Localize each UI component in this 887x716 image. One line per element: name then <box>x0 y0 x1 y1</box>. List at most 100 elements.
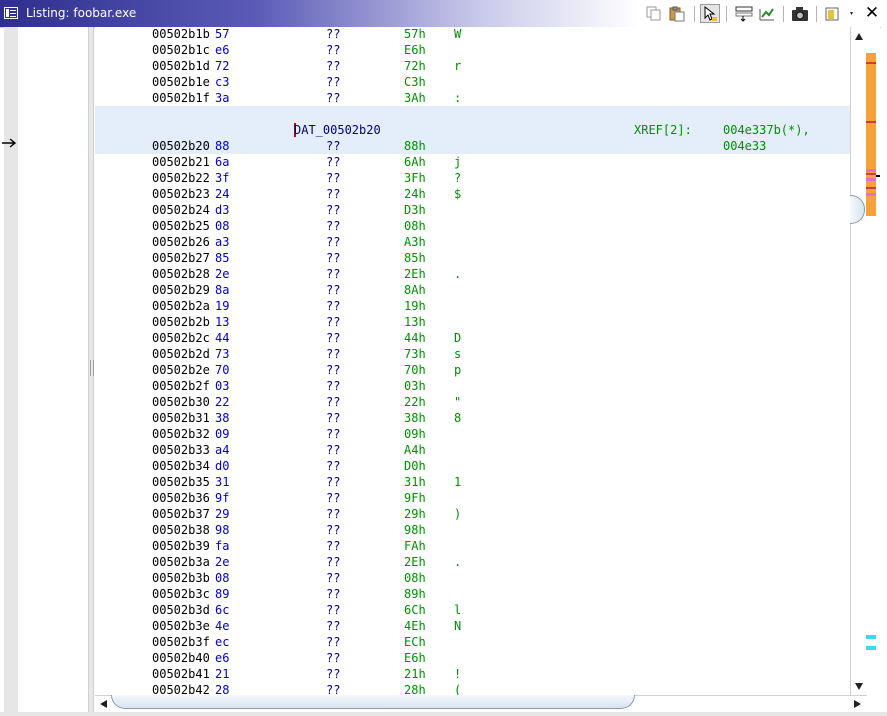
address[interactable]: 00502b2a <box>152 298 210 314</box>
address[interactable]: 00502b2f <box>152 378 210 394</box>
address[interactable]: 00502b2d <box>152 346 210 362</box>
vertical-scroll-thumb[interactable] <box>850 195 865 224</box>
close-button[interactable]: ✕ <box>862 4 882 23</box>
scroll-left-arrow-icon[interactable] <box>100 700 107 708</box>
code-unit-row[interactable]: 00502b37 29?? 29h) <box>95 506 850 522</box>
address[interactable]: 00502b1c <box>152 42 210 58</box>
snapshot-button[interactable] <box>790 4 810 23</box>
address[interactable]: 00502b3d <box>152 602 210 618</box>
address[interactable]: 00502b20 <box>152 138 210 154</box>
code-unit-row[interactable]: 00502b38 98?? 98h <box>95 522 850 538</box>
horizontal-scroll-thumb[interactable] <box>111 695 635 709</box>
code-unit-row[interactable]: 00502b2c 44?? 44h D <box>95 330 850 346</box>
code-unit-row[interactable]: 00502b32 09?? 09h <box>95 426 850 442</box>
address[interactable]: 00502b38 <box>152 522 210 538</box>
address[interactable]: 00502b35 <box>152 474 210 490</box>
code-unit-row[interactable]: 00502b3f ec?? ECh <box>95 634 850 650</box>
code-unit-row[interactable]: 00502b24 d3?? D3h <box>95 202 850 218</box>
code-unit-row[interactable]: 00502b31 38?? 38h 8 <box>95 410 850 426</box>
data-label[interactable]: DAT_00502b20 <box>294 122 381 138</box>
overview-bar[interactable] <box>866 27 880 695</box>
address[interactable]: 00502b33 <box>152 442 210 458</box>
address[interactable]: 00502b23 <box>152 186 210 202</box>
code-unit-row[interactable]: 00502b3a 2e?? 2Eh. <box>95 554 850 570</box>
scroll-up-arrow-icon[interactable] <box>855 33 863 40</box>
address[interactable]: 00502b2b <box>152 314 210 330</box>
address[interactable]: 00502b40 <box>152 650 210 666</box>
code-unit-row[interactable]: 00502b1d 72?? 72h r <box>95 58 850 74</box>
code-unit-row[interactable]: 00502b1f 3a?? 3Ah: <box>95 90 850 106</box>
code-unit-row[interactable]: 00502b26 a3?? A3h <box>95 234 850 250</box>
code-unit-row[interactable]: 00502b25 08?? 08h <box>95 218 850 234</box>
address[interactable]: 00502b24 <box>152 202 210 218</box>
address[interactable]: 00502b2c <box>152 330 210 346</box>
address[interactable]: 00502b2e <box>152 362 210 378</box>
code-unit-row[interactable]: 00502b1e c3?? C3h <box>95 74 850 90</box>
code-unit-row[interactable]: 00502b35 31?? 31h 1 <box>95 474 850 490</box>
address[interactable]: 00502b30 <box>152 394 210 410</box>
code-unit-row[interactable]: 00502b3b 08?? 08h <box>95 570 850 586</box>
address[interactable]: 00502b3a <box>152 554 210 570</box>
horizontal-scrollbar[interactable] <box>95 695 867 712</box>
code-unit-row[interactable]: 00502b34 d0?? D0h <box>95 458 850 474</box>
code-unit-row[interactable]: 00502b2b 13?? 13h <box>95 314 850 330</box>
code-unit-row[interactable]: 00502b2a 19?? 19h <box>95 298 850 314</box>
cursor-select-button[interactable] <box>700 4 720 23</box>
address[interactable]: 00502b32 <box>152 426 210 442</box>
code-unit-row[interactable]: 00502b21 6a?? 6Ah j <box>95 154 850 170</box>
diff-button[interactable] <box>757 4 777 23</box>
address[interactable]: 00502b29 <box>152 282 210 298</box>
code-unit-row[interactable]: 00502b2f 03?? 03h <box>95 378 850 394</box>
address[interactable]: 00502b1d <box>152 58 210 74</box>
address[interactable]: 00502b3b <box>152 570 210 586</box>
code-unit-row[interactable]: 00502b2d 73?? 73h s <box>95 346 850 362</box>
splitter-grip[interactable] <box>90 360 94 376</box>
paste-button[interactable] <box>667 4 687 23</box>
address[interactable]: 00502b3e <box>152 618 210 634</box>
close-icon[interactable]: ✕ <box>865 4 879 23</box>
address[interactable]: 00502b1e <box>152 74 210 90</box>
code-unit-row[interactable]: 00502b39 fa?? FAh <box>95 538 850 554</box>
code-unit-row[interactable]: 00502b1b 57?? 57h W <box>95 27 850 42</box>
options-dropdown-button[interactable] <box>823 4 857 23</box>
address[interactable]: 00502b26 <box>152 234 210 250</box>
address[interactable]: 00502b3f <box>152 634 210 650</box>
code-unit-row[interactable]: 00502b22 3f?? 3Fh? <box>95 170 850 186</box>
scroll-right-arrow-icon[interactable] <box>854 700 861 708</box>
copy-button[interactable] <box>644 4 664 23</box>
address[interactable]: 00502b3c <box>152 586 210 602</box>
code-unit-row[interactable]: 00502b3d 6c?? 6Ch l <box>95 602 850 618</box>
code-unit-row[interactable]: 00502b2e 70?? 70h p <box>95 362 850 378</box>
code-unit-row[interactable]: 00502b1c e6?? E6h <box>95 42 850 58</box>
address[interactable]: 00502b39 <box>152 538 210 554</box>
address[interactable]: 00502b28 <box>152 266 210 282</box>
code-unit-row[interactable]: 00502b36 9f?? 9Fh <box>95 490 850 506</box>
address[interactable]: 00502b1b <box>152 27 210 42</box>
address[interactable]: 00502b31 <box>152 410 210 426</box>
address[interactable]: 00502b27 <box>152 250 210 266</box>
code-unit-row[interactable]: 00502b20 88 ?? 88h <box>95 138 850 154</box>
code-unit-row[interactable]: 00502b23 24?? 24h $ <box>95 186 850 202</box>
address[interactable]: 00502b41 <box>152 666 210 682</box>
code-unit-row[interactable]: 00502b30 22?? 22h " <box>95 394 850 410</box>
address[interactable]: 00502b25 <box>152 218 210 234</box>
address[interactable]: 00502b34 <box>152 458 210 474</box>
scroll-down-arrow-icon[interactable] <box>855 683 863 690</box>
vertical-scrollbar[interactable] <box>850 27 867 695</box>
code-unit-row[interactable]: 00502b3c 89?? 89h <box>95 586 850 602</box>
code-unit-row[interactable]: 00502b33 a4?? A4h <box>95 442 850 458</box>
listing-margin[interactable] <box>2 27 88 716</box>
address[interactable]: 00502b1f <box>152 90 210 106</box>
margin-splitter[interactable] <box>88 27 94 716</box>
code-unit-row[interactable]: 00502b28 2e?? 2Eh. <box>95 266 850 282</box>
address[interactable]: 00502b22 <box>152 170 210 186</box>
code-unit-row[interactable]: 00502b41 21?? 21h! <box>95 666 850 682</box>
field-layout-button[interactable] <box>734 4 754 23</box>
address[interactable]: 00502b36 <box>152 490 210 506</box>
address[interactable]: 00502b21 <box>152 154 210 170</box>
address[interactable]: 00502b42 <box>152 682 210 695</box>
listing-panel[interactable]: DAT_00502b20 XREF[2]: 004e337b(*), 004e3… <box>95 27 850 695</box>
address[interactable]: 00502b37 <box>152 506 210 522</box>
code-unit-row[interactable]: 00502b27 85?? 85h <box>95 250 850 266</box>
code-unit-row[interactable]: 00502b42 28?? 28h ( <box>95 682 850 695</box>
